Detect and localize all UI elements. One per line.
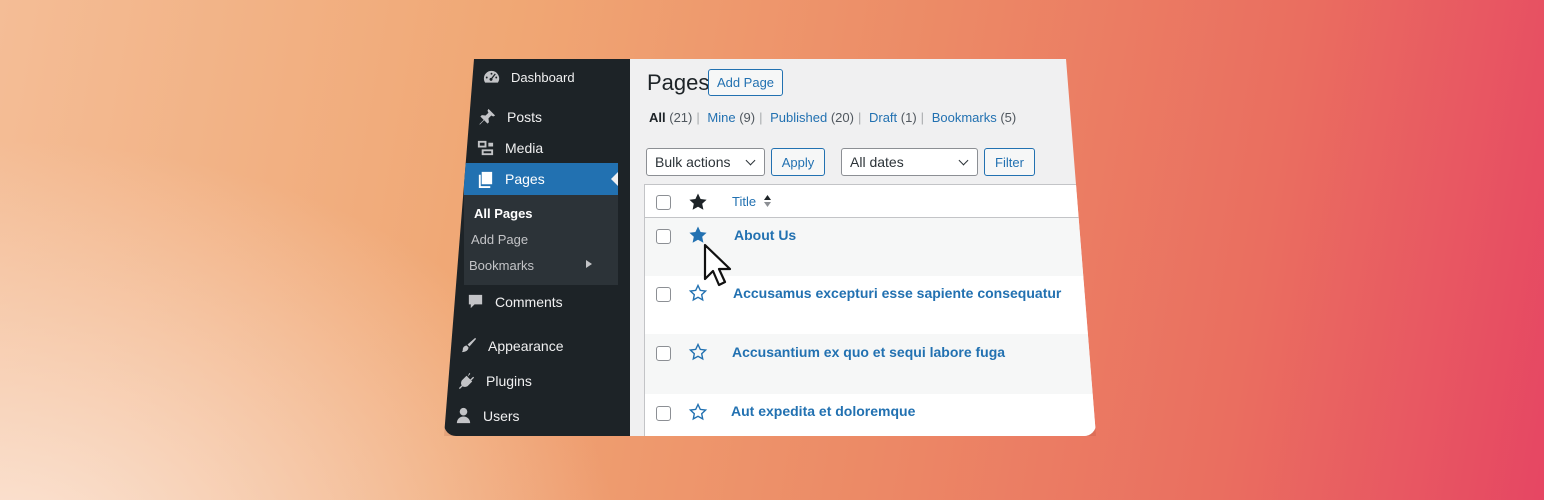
submenu-item-add-page[interactable]: Add Page	[471, 232, 528, 247]
sidebar-item-label: Comments	[495, 293, 563, 310]
filter-draft[interactable]: Draft	[869, 110, 897, 125]
sidebar-item-comments[interactable]: Comments	[466, 292, 563, 311]
caret-right-icon	[586, 260, 596, 268]
sidebar-item-label: Pages	[505, 171, 545, 187]
apply-button[interactable]: Apply	[771, 148, 825, 176]
select-value: Bulk actions	[655, 154, 731, 170]
brush-icon	[461, 337, 477, 353]
date-filter-select[interactable]: All dates	[841, 148, 978, 176]
sidebar-item-pages[interactable]: Pages	[464, 163, 618, 195]
sidebar-item-dashboard[interactable]: Dashboard	[482, 68, 575, 87]
filter-published[interactable]: Published	[770, 110, 827, 125]
chevron-down-icon	[958, 155, 969, 166]
add-page-button[interactable]: Add Page	[708, 69, 783, 96]
sidebar-item-label: Media	[505, 139, 544, 156]
sidebar-item-users[interactable]: Users	[454, 406, 520, 425]
page-title-link[interactable]: Aut expedita et doloremque	[731, 403, 915, 419]
filter-count: (5)	[1000, 110, 1017, 125]
table-row: Accusantium ex quo et sequi labore fuga	[645, 334, 1096, 394]
main-content: Pages Add Page All (21) | Mine (9) | Publi…	[630, 59, 1096, 436]
select-all-checkbox[interactable]	[656, 195, 671, 210]
pages-icon	[478, 171, 493, 188]
page-title: Pages	[647, 70, 710, 95]
submenu-item-all-pages[interactable]: All Pages	[474, 206, 533, 221]
column-label: Title	[732, 194, 757, 209]
table-row: Aut expedita et doloremque	[645, 394, 1096, 436]
dashboard-icon	[483, 70, 500, 83]
plugin-icon	[458, 372, 475, 390]
pages-submenu: All Pages Add Page Bookmarks	[464, 195, 618, 285]
filter-count: (21)	[669, 110, 693, 125]
comment-icon	[468, 294, 483, 309]
submenu-item-bookmarks[interactable]: Bookmarks	[469, 258, 614, 273]
page-title-link[interactable]: About Us	[734, 227, 796, 243]
sidebar-item-label: Posts	[507, 108, 543, 125]
filter-mine[interactable]: Mine	[707, 110, 735, 125]
separator: |	[696, 110, 700, 125]
sidebar-item-appearance[interactable]: Appearance	[459, 336, 564, 355]
sidebar-item-label: Users	[483, 407, 520, 424]
pushpin-icon	[479, 108, 496, 125]
bulk-actions-select[interactable]: Bulk actions	[646, 148, 765, 176]
submenu-item-label: Bookmarks	[469, 258, 535, 273]
filter-count: (9)	[739, 110, 756, 125]
sort-icon	[763, 195, 771, 207]
star-icon[interactable]	[688, 192, 708, 212]
sidebar-item-label: Dashboard	[511, 70, 575, 85]
sidebar-item-label: Appearance	[488, 337, 564, 354]
row-checkbox[interactable]	[656, 406, 671, 421]
user-icon	[456, 407, 471, 424]
filter-count: (20)	[830, 110, 854, 125]
mouse-pointer-icon	[703, 243, 732, 287]
select-value: All dates	[850, 154, 904, 170]
title-column-header[interactable]: Title	[732, 194, 772, 209]
media-icon	[477, 140, 494, 156]
filter-bookmarks[interactable]: Bookmarks	[932, 110, 997, 125]
chevron-down-icon	[745, 155, 756, 166]
sidebar-item-media[interactable]: Media	[476, 138, 543, 157]
row-checkbox[interactable]	[656, 229, 671, 244]
page-title-link[interactable]: Accusamus excepturi esse sapiente conseq…	[733, 285, 1061, 301]
star-outline-icon[interactable]	[688, 402, 708, 422]
row-checkbox[interactable]	[656, 287, 671, 302]
filter-button[interactable]: Filter	[984, 148, 1035, 176]
table-header-row: Title	[645, 184, 1096, 218]
row-checkbox[interactable]	[656, 346, 671, 361]
page-title-link[interactable]: Accusantium ex quo et sequi labore fuga	[732, 344, 1005, 360]
separator: |	[857, 110, 862, 125]
sidebar-item-label: Plugins	[486, 372, 532, 389]
pages-table: Title About Us Accusamus excepturi esse …	[644, 184, 1096, 436]
filter-all[interactable]: All	[649, 110, 666, 125]
admin-sidebar: Dashboard Posts Media Pages All Pages Ad…	[444, 59, 630, 436]
separator: |	[920, 110, 925, 125]
star-filled-icon[interactable]	[688, 225, 708, 245]
star-outline-icon[interactable]	[688, 342, 708, 362]
wp-admin-window: Dashboard Posts Media Pages All Pages Ad…	[444, 59, 1096, 436]
sidebar-item-posts[interactable]: Posts	[478, 107, 542, 126]
filter-count: (1)	[900, 110, 917, 125]
separator: |	[759, 110, 763, 125]
status-filter-links: All (21) | Mine (9) | Published (20) | Draf…	[649, 110, 1016, 125]
sidebar-item-plugins[interactable]: Plugins	[457, 371, 532, 390]
